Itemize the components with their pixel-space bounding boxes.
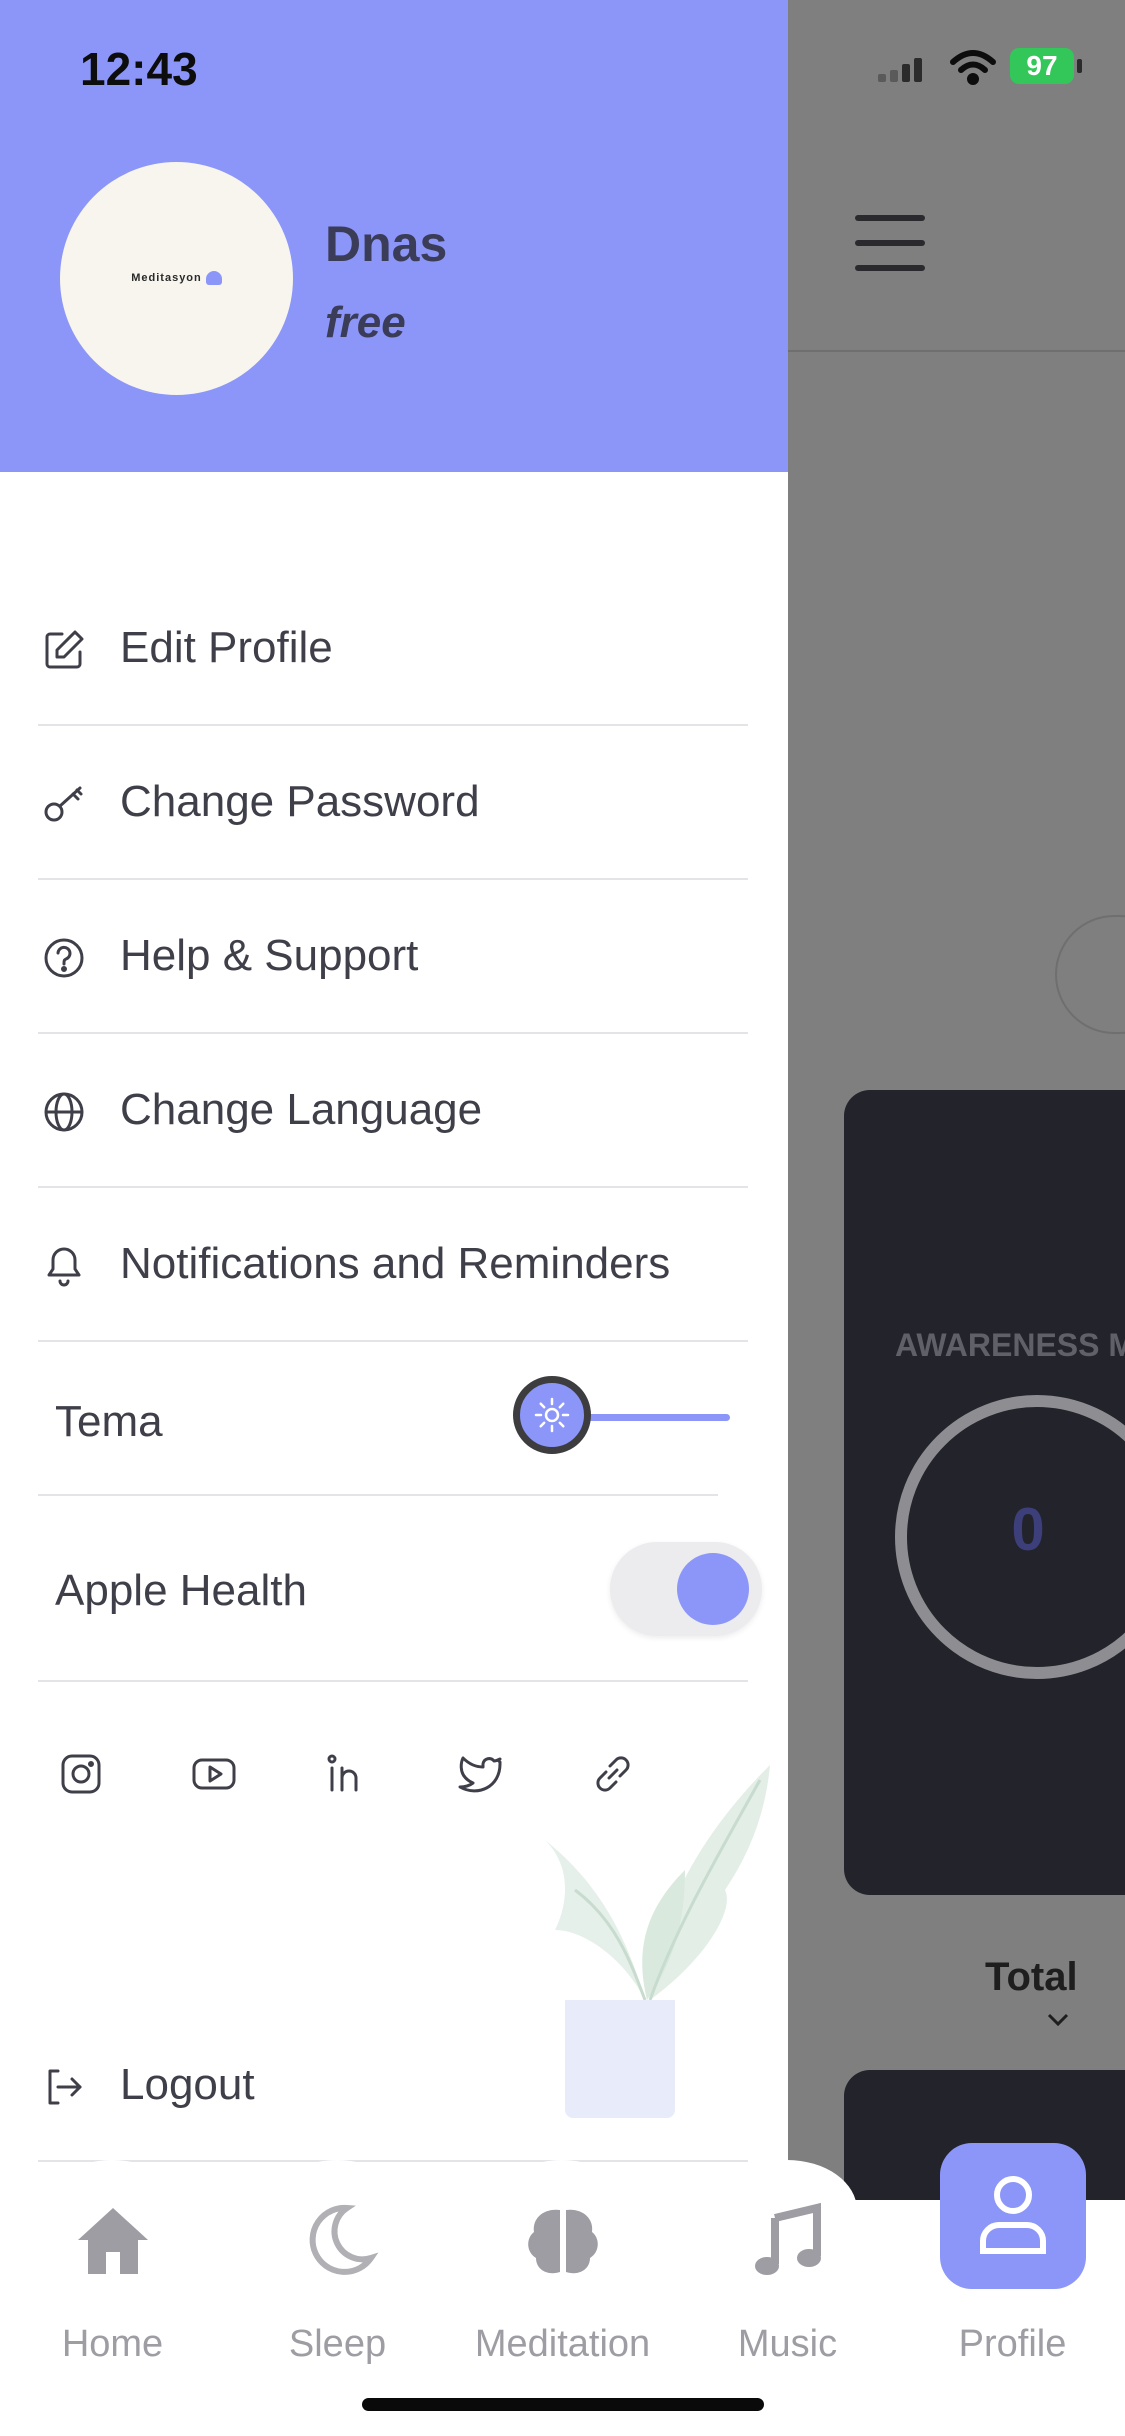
- awareness-ring-value: 0: [1011, 1496, 1045, 1563]
- logout-icon: [48, 2069, 82, 2105]
- theme-label: Tema: [55, 1397, 163, 1446]
- theme-toggle-knob[interactable]: [513, 1376, 591, 1454]
- edit-icon: [45, 630, 84, 669]
- divider: [38, 1680, 748, 1682]
- awareness-card-title: AWARENESS MI: [895, 1327, 1125, 1363]
- bell-icon: [47, 1247, 81, 1287]
- menu-item-edit-profile[interactable]: Edit Profile: [38, 573, 748, 727]
- tab-label: Music: [737, 2323, 838, 2365]
- moon-icon: [309, 2204, 379, 2275]
- menu-label: Logout: [120, 2060, 255, 2109]
- divider: [38, 1340, 748, 1342]
- tab-sleep[interactable]: Sleep: [225, 2200, 450, 2400]
- divider: [38, 724, 748, 726]
- battery-cap: [1077, 59, 1082, 73]
- menu-label: Change Language: [120, 1085, 483, 1134]
- avatar[interactable]: Meditasyon: [60, 162, 293, 395]
- key-icon: [44, 786, 83, 822]
- menu-item-help-support[interactable]: Help & Support: [38, 881, 748, 1035]
- tab-label: Profile: [958, 2323, 1067, 2365]
- instagram-icon[interactable]: [57, 1750, 105, 1798]
- menu-label: Change Password: [120, 777, 480, 826]
- apple-health-toggle[interactable]: [610, 1542, 762, 1636]
- menu-label: Notifications and Reminders: [120, 1239, 671, 1288]
- status-icons: [878, 50, 996, 85]
- menu-item-notifications[interactable]: Notifications and Reminders: [38, 1189, 748, 1343]
- tab-home[interactable]: Home: [0, 2200, 225, 2400]
- sun-icon: [534, 1397, 570, 1433]
- wifi-icon: [950, 50, 996, 85]
- youtube-icon[interactable]: [190, 1750, 238, 1798]
- tab-meditation[interactable]: Meditation: [450, 2200, 675, 2400]
- menu-label: Help & Support: [120, 931, 419, 980]
- globe-icon: [44, 1092, 84, 1132]
- tab-label: Home: [61, 2323, 164, 2365]
- linkedin-icon[interactable]: [323, 1750, 371, 1798]
- background-header-divider: [788, 350, 1125, 352]
- music-note-icon: [755, 2202, 821, 2275]
- tab-profile[interactable]: Profile: [900, 2200, 1125, 2400]
- help-icon: [44, 938, 84, 978]
- divider: [38, 1186, 748, 1188]
- avatar-logo: Meditasyon: [60, 271, 293, 285]
- tab-music[interactable]: Music: [675, 2200, 900, 2400]
- divider: [38, 1494, 718, 1496]
- status-time: 12:43: [80, 43, 198, 95]
- apple-health-label: Apple Health: [55, 1566, 307, 1615]
- menu-item-change-password[interactable]: Change Password: [38, 727, 748, 881]
- divider: [38, 878, 748, 880]
- home-icon: [78, 2208, 148, 2274]
- menu-item-change-language[interactable]: Change Language: [38, 1035, 748, 1189]
- battery-icon: 97: [1010, 48, 1074, 84]
- tab-label: Sleep: [288, 2323, 387, 2365]
- divider: [38, 2160, 748, 2162]
- hamburger-menu-icon[interactable]: [855, 215, 925, 271]
- logo-mark-icon: [205, 271, 222, 285]
- menu-item-logout[interactable]: Logout: [38, 2010, 748, 2164]
- chevron-down-icon[interactable]: [1043, 2005, 1073, 2035]
- home-indicator: [362, 2398, 764, 2411]
- tab-label: Meditation: [474, 2323, 651, 2365]
- brain-icon: [528, 2209, 598, 2274]
- toggle-knob: [677, 1553, 749, 1625]
- menu-label: Edit Profile: [120, 623, 333, 672]
- twitter-icon[interactable]: [456, 1750, 504, 1798]
- total-label[interactable]: Total: [985, 1955, 1125, 2000]
- divider: [38, 1032, 748, 1034]
- signal-icon: [878, 58, 922, 82]
- user-plan: free: [325, 298, 406, 347]
- user-name: Dnas: [325, 216, 448, 272]
